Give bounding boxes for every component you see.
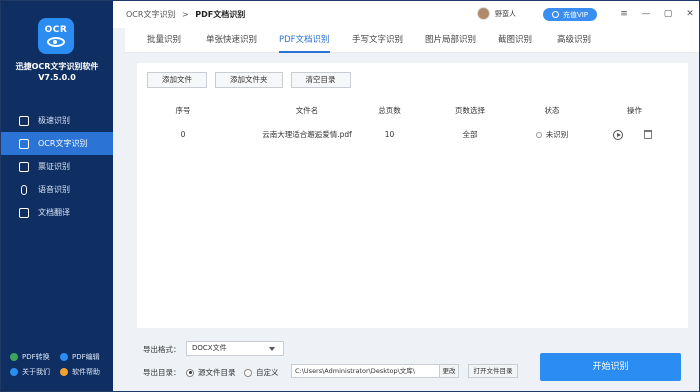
tab-handwriting[interactable]: 手写文字识别 [352, 28, 403, 53]
tab-screenshot[interactable]: 截图识别 [498, 28, 532, 53]
header-index: 序号 [175, 106, 191, 115]
header-status: 状态 [544, 106, 560, 115]
menu-icon[interactable]: ≡ [617, 7, 631, 21]
app-version: V7.5.0.0 [38, 73, 76, 82]
sidebar-item-ticket[interactable]: 票证识别 [1, 155, 113, 178]
minimize-icon[interactable]: — [639, 7, 653, 21]
trash-icon[interactable] [644, 130, 652, 139]
table-row: 0 云南大理适合邂逅爱情.pdf 10 全部 未识别 [137, 128, 688, 142]
export-format-label: 导出格式： [143, 345, 181, 354]
tab-advanced[interactable]: 高级识别 [557, 28, 591, 53]
radio-source-dir[interactable]: 源文件目录 [186, 367, 236, 378]
sidebar-item-label: 语音识别 [38, 185, 70, 194]
open-dir-button[interactable]: 打开文件目录 [468, 364, 518, 378]
translate-icon [19, 207, 29, 218]
table-header: 序号 文件名 总页数 页数选择 状态 操作 [137, 104, 688, 118]
sidebar-item-speed[interactable]: 极速识别 [1, 109, 113, 132]
help-link[interactable]: 软件帮助 [60, 367, 110, 377]
start-recognition-button[interactable]: 开始识别 [540, 353, 681, 381]
sidebar-item-label: 票证识别 [38, 162, 70, 171]
logo-text: OCR [44, 25, 68, 35]
pdf-edit-icon [60, 352, 68, 361]
breadcrumb-separator: > [182, 10, 189, 19]
export-settings: 导出格式： DOCX文件 导出目录： 源文件目录 自定义 C:\Users\Ad… [137, 331, 697, 391]
file-panel: 添加文件 添加文件夹 清空目录 序号 文件名 总页数 页数选择 状态 操作 0 … [137, 63, 688, 328]
radio-source-label: 源文件目录 [198, 368, 236, 377]
radio-custom-dir[interactable]: 自定义 [244, 367, 279, 378]
app-name: 迅捷OCR文字识别软件 [15, 62, 99, 71]
vip-label: 充值VIP [562, 10, 589, 19]
sidebar-item-ocr[interactable]: OCR文字识别 [1, 132, 113, 155]
info-icon [10, 367, 18, 376]
sidebar-item-translate[interactable]: 文档翻译 [1, 201, 113, 224]
row-page-select[interactable]: 全部 [440, 128, 500, 142]
vip-icon [551, 11, 559, 18]
play-icon[interactable] [613, 130, 623, 140]
row-status: 未识别 [522, 128, 582, 142]
add-file-button[interactable]: 添加文件 [147, 72, 207, 88]
close-icon[interactable]: ✕ [683, 7, 697, 21]
breadcrumb: OCR文字识别 > PDF文档识别 [126, 9, 245, 20]
user-profile[interactable]: 野蛮人 [477, 7, 516, 20]
row-index: 0 [180, 130, 186, 139]
mic-icon [21, 184, 27, 195]
pdf-convert-icon [10, 352, 18, 361]
sidebar-item-label: OCR文字识别 [38, 139, 88, 148]
tab-batch[interactable]: 批量识别 [147, 28, 181, 53]
tab-image-region[interactable]: 图片局部识别 [425, 28, 476, 53]
ticket-icon [19, 161, 29, 172]
eye-icon [47, 37, 65, 47]
maximize-icon[interactable]: ▢ [661, 7, 675, 21]
app-logo: OCR [38, 18, 74, 54]
header-pages: 总页数 [378, 106, 401, 115]
ocr-icon [19, 138, 29, 149]
sidebar-item-label: 极速识别 [38, 116, 70, 125]
clear-list-button[interactable]: 清空目录 [290, 72, 351, 88]
change-dir-button[interactable]: 更改 [439, 364, 459, 378]
help-icon [60, 367, 68, 376]
radio-selected-icon [186, 368, 194, 377]
username: 野蛮人 [495, 9, 516, 18]
export-format-select[interactable]: DOCX文件 [186, 341, 284, 356]
pdf-edit-link[interactable]: PDF编辑 [60, 352, 110, 362]
export-dir-label: 导出目录： [143, 368, 181, 377]
app-window: OCR 迅捷OCR文字识别软件 V7.5.0.0 极速识别 OCR文字识别 票证… [0, 0, 700, 392]
sidebar-item-voice[interactable]: 语音识别 [1, 178, 113, 201]
avatar [477, 7, 490, 20]
status-dot-icon [535, 132, 542, 138]
sidebar: OCR 迅捷OCR文字识别软件 V7.5.0.0 极速识别 OCR文字识别 票证… [1, 1, 113, 391]
header-actions: 操作 [627, 106, 642, 115]
vip-button[interactable]: 充值VIP [543, 8, 597, 21]
export-path-input[interactable]: C:\Users\Administrator\Desktop\文库\ [291, 364, 443, 378]
breadcrumb-root[interactable]: OCR文字识别 [126, 10, 175, 19]
radio-custom-label: 自定义 [256, 368, 279, 377]
about-link[interactable]: 关于我们 [10, 367, 60, 377]
export-format-value: DOCX文件 [192, 344, 227, 352]
sidebar-nav: 极速识别 OCR文字识别 票证识别 语音识别 文档翻译 [1, 109, 113, 224]
chevron-down-icon [269, 347, 275, 351]
pdf-convert-link[interactable]: PDF转换 [10, 352, 60, 362]
tab-bar: 批量识别 单张快速识别 PDF文档识别 手写文字识别 图片局部识别 截图识别 高… [125, 28, 699, 53]
toolbar: 添加文件 添加文件夹 清空目录 [147, 72, 359, 88]
sidebar-item-label: 文档翻译 [38, 208, 70, 217]
row-status-label: 未识别 [545, 130, 569, 139]
sidebar-footer: PDF转换 PDF编辑 关于我们 软件帮助 [10, 349, 110, 379]
radio-unselected-icon [244, 368, 252, 377]
breadcrumb-current: PDF文档识别 [195, 10, 246, 19]
tab-pdf[interactable]: PDF文档识别 [279, 28, 330, 53]
row-pages: 10 [384, 130, 395, 139]
speed-icon [19, 115, 29, 126]
add-folder-button[interactable]: 添加文件夹 [215, 72, 283, 88]
tab-single-quick[interactable]: 单张快速识别 [206, 28, 257, 53]
header-page-select: 页数选择 [455, 106, 485, 115]
titlebar: OCR文字识别 > PDF文档识别 野蛮人 充值VIP ≡ — ▢ ✕ [113, 1, 699, 28]
